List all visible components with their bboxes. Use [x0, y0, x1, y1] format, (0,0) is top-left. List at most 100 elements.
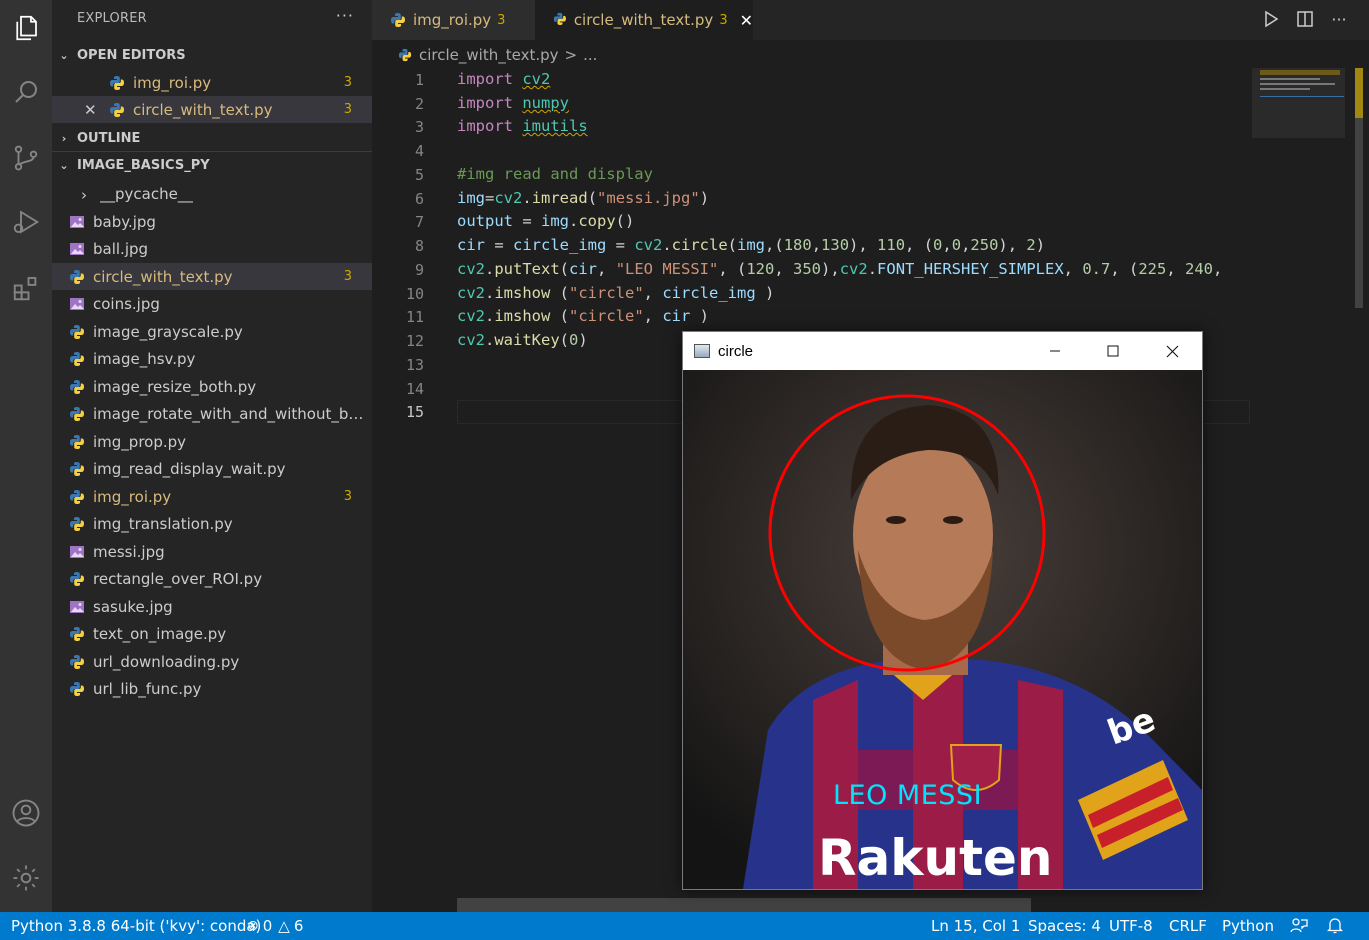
tab-circle-with-text[interactable]: circle_with_text.py 3 ✕	[535, 0, 753, 40]
horizontal-scrollbar[interactable]	[457, 898, 1031, 912]
file-item[interactable]: img_prop.py	[52, 428, 372, 455]
error-icon: ⊗	[247, 918, 259, 934]
outline-section[interactable]: › OUTLINE	[52, 125, 372, 151]
file-item[interactable]: image_rotate_with_and_without_bou...	[52, 400, 372, 427]
status-bar: Python 3.8.8 64-bit ('kvy': conda) ⊗ 0 △…	[0, 912, 1369, 940]
file-item[interactable]: img_read_display_wait.py	[52, 455, 372, 482]
line-number: 3	[414, 118, 424, 136]
more-actions-icon[interactable]: ···	[1329, 8, 1349, 30]
problems-badge: 3	[343, 75, 352, 90]
file-name: img_read_display_wait.py	[93, 459, 286, 478]
source-control-icon[interactable]	[0, 132, 52, 184]
encoding-status[interactable]: UTF-8	[1109, 917, 1153, 935]
language-mode-status[interactable]: Python	[1222, 917, 1274, 935]
line-number: 12	[405, 332, 424, 350]
line-number: 2	[414, 95, 424, 113]
window-title: circle	[718, 342, 754, 360]
maximize-icon[interactable]	[1084, 332, 1142, 370]
search-icon[interactable]	[0, 66, 52, 118]
python-file-icon	[69, 269, 85, 285]
line-number: 15	[405, 403, 424, 421]
file-item[interactable]: ball.jpg	[52, 235, 372, 262]
breadcrumb[interactable]: circle_with_text.py > ...	[398, 44, 597, 66]
file-item[interactable]: url_downloading.py	[52, 648, 372, 675]
editor-actions: ···	[1261, 8, 1349, 30]
code-line: cv2.waitKey(0)	[457, 331, 588, 349]
minimize-icon[interactable]	[1026, 332, 1084, 370]
folder-item[interactable]: › __pycache__	[52, 180, 372, 207]
problems-status[interactable]: ⊗ 0 △ 6	[247, 917, 303, 935]
cursor-position-status[interactable]: Ln 15, Col 1	[931, 917, 1020, 935]
breadcrumb-separator: >	[564, 46, 578, 64]
python-file-icon	[69, 489, 85, 505]
python-file-icon	[69, 654, 85, 670]
file-name: img_roi.py	[133, 73, 212, 92]
file-name: url_lib_func.py	[93, 679, 202, 698]
notifications-bell-icon[interactable]	[1326, 916, 1344, 938]
open-editor-item-active[interactable]: ✕ circle_with_text.py 3	[52, 96, 372, 123]
python-file-icon	[390, 12, 406, 28]
python-interpreter-status[interactable]: Python 3.8.8 64-bit ('kvy': conda)	[11, 917, 261, 935]
explorer-sidebar: EXPLORER ··· ⌄ OPEN EDITORS img_roi.py 3…	[52, 0, 372, 912]
file-item[interactable]: image_hsv.py	[52, 345, 372, 372]
line-number: 11	[405, 308, 424, 326]
error-count: 0	[262, 917, 273, 935]
file-item[interactable]: image_resize_both.py	[52, 373, 372, 400]
file-name: circle_with_text.py	[93, 267, 233, 286]
minimap[interactable]	[1252, 68, 1345, 138]
file-item[interactable]: circle_with_text.py 3	[52, 263, 372, 290]
feedback-icon[interactable]	[1290, 916, 1308, 938]
python-file-icon	[69, 571, 85, 587]
run-icon[interactable]	[1261, 8, 1281, 30]
folder-label: IMAGE_BASICS_PY	[77, 157, 210, 173]
close-icon[interactable]: ✕	[740, 11, 753, 30]
python-file-icon	[109, 102, 125, 118]
file-item[interactable]: img_translation.py	[52, 510, 372, 537]
file-name: url_downloading.py	[93, 652, 240, 671]
file-name: coins.jpg	[93, 294, 160, 313]
file-item[interactable]: image_grayscale.py	[52, 318, 372, 345]
close-icon[interactable]: ✕	[84, 101, 97, 119]
close-window-icon[interactable]	[1143, 332, 1201, 370]
window-titlebar[interactable]: circle	[683, 332, 1202, 370]
file-name: image_hsv.py	[93, 349, 196, 368]
file-item[interactable]: coins.jpg	[52, 290, 372, 317]
split-editor-icon[interactable]	[1295, 8, 1315, 30]
folder-section[interactable]: ⌄ IMAGE_BASICS_PY	[52, 152, 372, 178]
file-name: sasuke.jpg	[93, 597, 173, 616]
file-name: messi.jpg	[93, 542, 165, 561]
account-icon[interactable]	[0, 787, 52, 839]
file-item[interactable]: url_lib_func.py	[52, 675, 372, 702]
line-number: 10	[405, 285, 424, 303]
tab-img-roi[interactable]: img_roi.py 3	[372, 0, 535, 40]
chevron-down-icon: ⌄	[59, 158, 69, 172]
extensions-icon[interactable]	[0, 262, 52, 314]
file-item[interactable]: baby.jpg	[52, 208, 372, 235]
eol-status[interactable]: CRLF	[1169, 917, 1207, 935]
indentation-status[interactable]: Spaces: 4	[1028, 917, 1101, 935]
breadcrumb-symbol[interactable]: ...	[583, 46, 597, 64]
file-item[interactable]: messi.jpg	[52, 538, 372, 565]
line-number: 14	[405, 380, 424, 398]
file-item[interactable]: text_on_image.py	[52, 620, 372, 647]
python-file-icon	[69, 516, 85, 532]
python-file-icon	[398, 48, 412, 62]
file-item[interactable]: img_roi.py 3	[52, 483, 372, 510]
open-editors-section[interactable]: ⌄ OPEN EDITORS	[52, 42, 372, 68]
breadcrumb-file[interactable]: circle_with_text.py	[419, 46, 559, 64]
explorer-icon[interactable]	[0, 2, 52, 54]
file-name: img_prop.py	[93, 432, 187, 451]
opencv-image-window[interactable]: circle Rakuten be LEO MESSI	[682, 331, 1203, 890]
chevron-right-icon: ›	[61, 131, 67, 145]
code-line: img=cv2.imread("messi.jpg")	[457, 189, 710, 207]
file-item[interactable]: rectangle_over_ROI.py	[52, 565, 372, 592]
file-name: text_on_image.py	[93, 624, 227, 643]
settings-gear-icon[interactable]	[0, 852, 52, 904]
open-editor-item[interactable]: img_roi.py 3	[52, 69, 372, 96]
python-file-icon	[69, 406, 85, 422]
file-name: ball.jpg	[93, 239, 149, 258]
file-item[interactable]: sasuke.jpg	[52, 593, 372, 620]
run-debug-icon[interactable]	[0, 196, 52, 248]
chevron-right-icon: ›	[81, 185, 87, 204]
more-actions-icon[interactable]: ···	[336, 6, 354, 25]
